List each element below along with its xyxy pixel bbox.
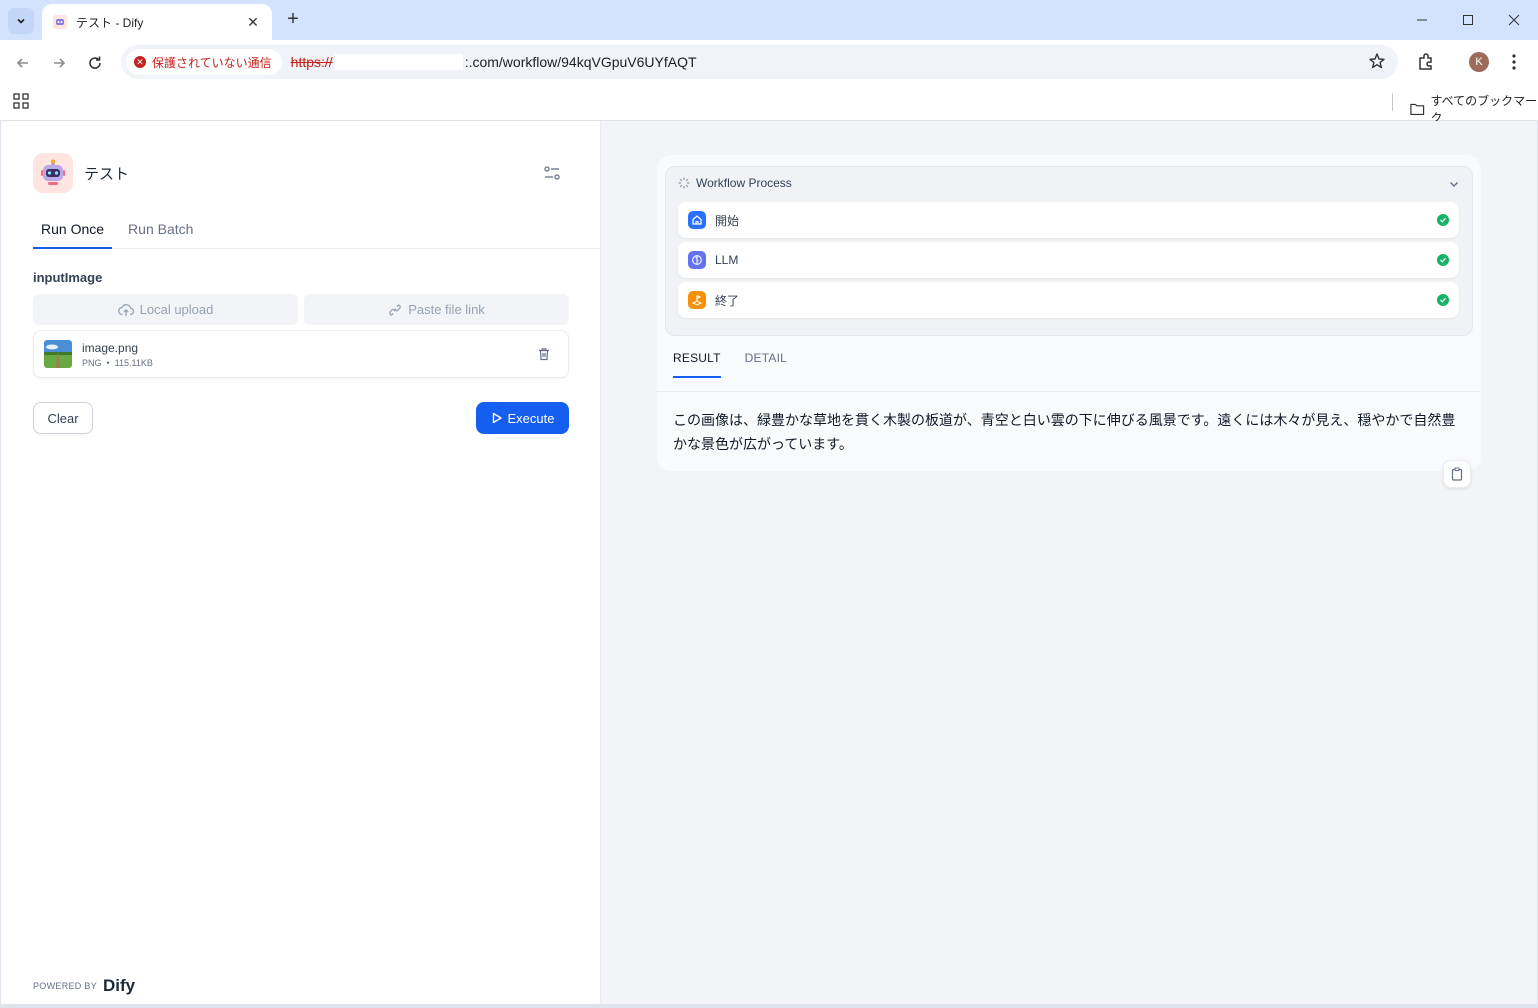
app-header: テスト bbox=[33, 153, 569, 193]
play-icon bbox=[492, 412, 502, 424]
end-flag-icon bbox=[688, 291, 706, 309]
tab-detail[interactable]: DETAIL bbox=[745, 340, 787, 378]
tab-run-batch[interactable]: Run Batch bbox=[120, 213, 201, 249]
address-bar[interactable]: ✕ 保護されていない通信 https:// :.com/workflow/94k… bbox=[121, 45, 1398, 79]
file-info: image.png PNG • 115.11KB bbox=[82, 341, 530, 368]
success-check-icon bbox=[1437, 214, 1449, 226]
workflow-process-header[interactable]: Workflow Process bbox=[678, 176, 792, 190]
clipboard-icon bbox=[1451, 467, 1463, 481]
copy-result-button[interactable] bbox=[1443, 460, 1471, 488]
maximize-icon[interactable] bbox=[1453, 8, 1483, 32]
redacted-host bbox=[334, 54, 463, 70]
collapse-chevron-icon[interactable] bbox=[1448, 177, 1460, 195]
tab-run-once[interactable]: Run Once bbox=[33, 213, 113, 249]
dify-logo: Dify bbox=[103, 976, 136, 995]
result-text: この画像は、緑豊かな草地を貫く木製の板道が、青空と白い雲の下に伸びる風景です。遠… bbox=[673, 412, 1456, 452]
bookmarks-divider bbox=[1392, 93, 1393, 111]
execute-label: Execute bbox=[507, 410, 555, 426]
upload-options: Local upload Paste file link bbox=[33, 294, 569, 325]
paste-link-label: Paste file link bbox=[408, 302, 485, 317]
bookmarks-bar: すべてのブックマーク bbox=[0, 85, 1538, 125]
powered-by-label: POWERED BY bbox=[33, 981, 98, 991]
file-meta: PNG • 115.11KB bbox=[82, 358, 530, 368]
warning-icon: ✕ bbox=[134, 56, 146, 68]
delete-file-icon[interactable] bbox=[530, 340, 558, 368]
file-name: image.png bbox=[82, 340, 139, 355]
chevron-down-icon bbox=[17, 18, 25, 24]
security-chip[interactable]: ✕ 保護されていない通信 bbox=[126, 49, 282, 75]
tab-title: テスト - Dify bbox=[76, 15, 144, 30]
home-icon bbox=[688, 211, 706, 229]
uploaded-file-card: image.png PNG • 115.11KB bbox=[33, 330, 569, 378]
robot-favicon-icon bbox=[53, 15, 67, 29]
browser-toolbar: ✕ 保護されていない通信 https:// :.com/workflow/94k… bbox=[0, 40, 1538, 85]
clear-button[interactable]: Clear bbox=[33, 402, 93, 434]
node-title: 開始 bbox=[715, 213, 740, 228]
kebab-menu-icon[interactable] bbox=[1506, 52, 1522, 77]
url-path: :.com/workflow/94kqVGpuV6UYfAQT bbox=[464, 54, 697, 70]
browser-tab-active[interactable]: テスト - Dify ✕ bbox=[42, 4, 272, 40]
result-panel: Workflow Process 開始 LLM 終了 RESULT DETAIL… bbox=[657, 155, 1481, 471]
workflow-node-llm[interactable]: LLM bbox=[678, 242, 1459, 278]
workflow-node-end[interactable]: 終了 bbox=[678, 282, 1459, 318]
forward-icon[interactable] bbox=[46, 50, 72, 76]
tab-search-button[interactable] bbox=[8, 8, 34, 34]
profile-avatar[interactable]: K bbox=[1469, 52, 1489, 72]
bookmark-star-icon[interactable] bbox=[1368, 52, 1386, 75]
minimize-icon[interactable] bbox=[1407, 8, 1437, 32]
node-title: 終了 bbox=[715, 293, 740, 308]
file-size: 115.11KB bbox=[114, 357, 153, 368]
paste-link-button[interactable]: Paste file link bbox=[304, 294, 569, 325]
url-text[interactable]: https:// :.com/workflow/94kqVGpuV6UYfAQT bbox=[291, 54, 697, 70]
robot-app-icon bbox=[33, 153, 73, 193]
workflow-process-box: Workflow Process 開始 LLM 終了 bbox=[665, 166, 1473, 336]
new-tab-icon[interactable]: + bbox=[282, 8, 304, 30]
powered-by: POWERED BY Dify bbox=[33, 976, 135, 996]
workflow-process-title: Workflow Process bbox=[696, 176, 792, 190]
browser-titlebar: テスト - Dify ✕ + bbox=[0, 0, 1538, 40]
back-icon[interactable] bbox=[10, 50, 36, 76]
tab-result[interactable]: RESULT bbox=[673, 340, 721, 378]
local-upload-label: Local upload bbox=[139, 302, 214, 317]
success-check-icon bbox=[1437, 254, 1449, 266]
node-title: LLM bbox=[715, 253, 739, 267]
tab-close-icon[interactable]: ✕ bbox=[244, 13, 262, 31]
close-window-icon[interactable] bbox=[1499, 8, 1529, 32]
link-icon bbox=[389, 303, 402, 316]
success-check-icon bbox=[1437, 294, 1449, 306]
reload-icon[interactable] bbox=[82, 50, 108, 76]
security-label: 保護されていない通信 bbox=[152, 55, 272, 70]
loading-spinner-icon bbox=[678, 177, 690, 189]
run-mode-tabs: Run Once Run Batch bbox=[33, 213, 601, 249]
folder-icon bbox=[1410, 103, 1425, 116]
cloud-upload-icon bbox=[117, 303, 134, 316]
url-scheme: https:// bbox=[290, 54, 333, 70]
execute-button[interactable]: Execute bbox=[476, 402, 569, 434]
workflow-node-start[interactable]: 開始 bbox=[678, 202, 1459, 238]
app-name: テスト bbox=[84, 165, 130, 183]
input-panel: テスト Run Once Run Batch inputImage Local … bbox=[1, 121, 601, 1004]
extensions-icon[interactable] bbox=[1416, 52, 1436, 77]
result-tabs: RESULT DETAIL bbox=[673, 340, 1473, 378]
local-upload-button[interactable]: Local upload bbox=[33, 294, 298, 325]
input-image-label: inputImage bbox=[33, 270, 103, 285]
file-thumbnail bbox=[44, 340, 72, 368]
result-divider bbox=[657, 391, 1481, 392]
file-type: PNG bbox=[82, 357, 102, 368]
llm-brain-icon bbox=[688, 251, 706, 269]
meta-separator: • bbox=[106, 357, 110, 368]
settings-sliders-icon[interactable] bbox=[543, 164, 561, 187]
apps-grid-icon[interactable] bbox=[13, 93, 29, 114]
dify-webapp: テスト Run Once Run Batch inputImage Local … bbox=[1, 121, 1537, 1004]
